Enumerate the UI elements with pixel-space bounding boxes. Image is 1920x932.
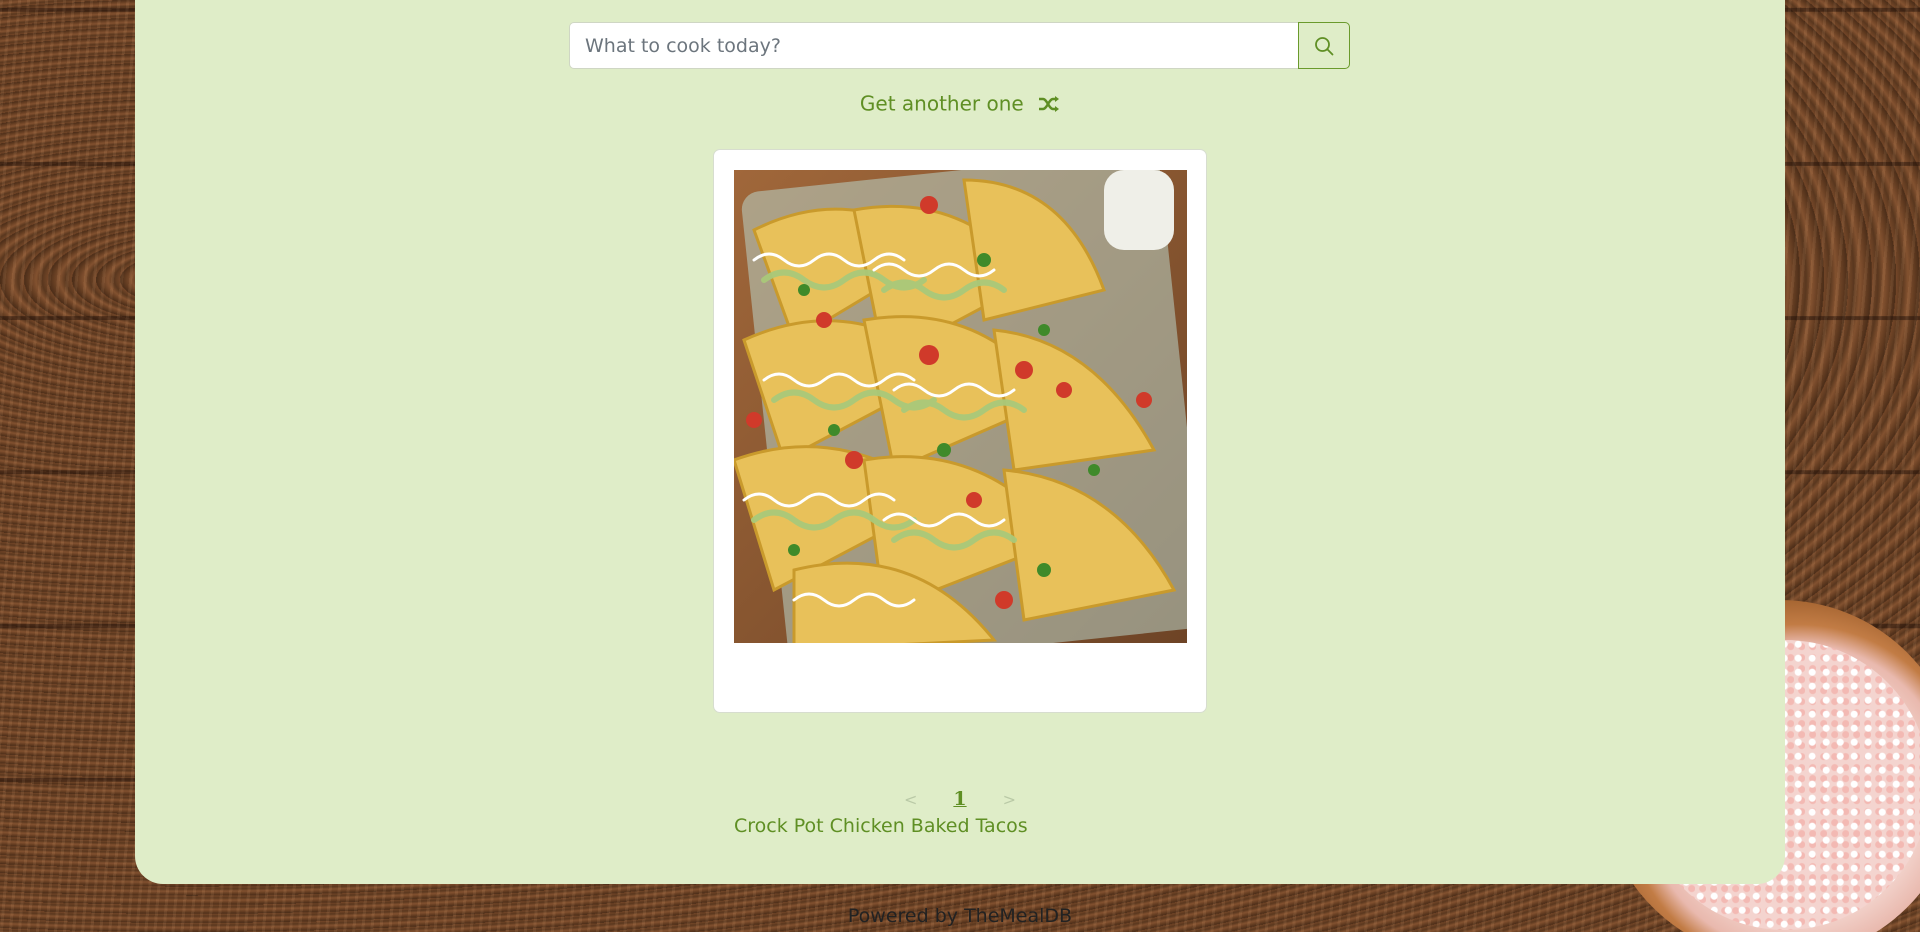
get-another-one-link[interactable]: Get another one bbox=[0, 90, 1920, 116]
recipe-title[interactable]: Crock Pot Chicken Baked Tacos bbox=[734, 815, 1028, 837]
recipe-card[interactable]: Crock Pot Chicken Baked Tacos bbox=[713, 149, 1207, 837]
pagination: < 1 > bbox=[0, 788, 1920, 810]
get-another-one-label: Get another one bbox=[859, 91, 1024, 116]
search-icon bbox=[1315, 36, 1334, 55]
page-1-button[interactable]: 1 bbox=[953, 788, 966, 810]
footer-credit: Powered by TheMealDB bbox=[847, 905, 1073, 927]
previous-page-button[interactable]: < bbox=[904, 790, 917, 809]
shuffle-icon bbox=[1039, 95, 1060, 112]
tacos-photo bbox=[734, 170, 1187, 643]
search-bar bbox=[569, 22, 1350, 69]
next-page-button[interactable]: > bbox=[1003, 790, 1016, 809]
search-input[interactable] bbox=[569, 22, 1298, 69]
recipe-image[interactable] bbox=[734, 170, 1187, 643]
search-button[interactable] bbox=[1298, 22, 1350, 69]
